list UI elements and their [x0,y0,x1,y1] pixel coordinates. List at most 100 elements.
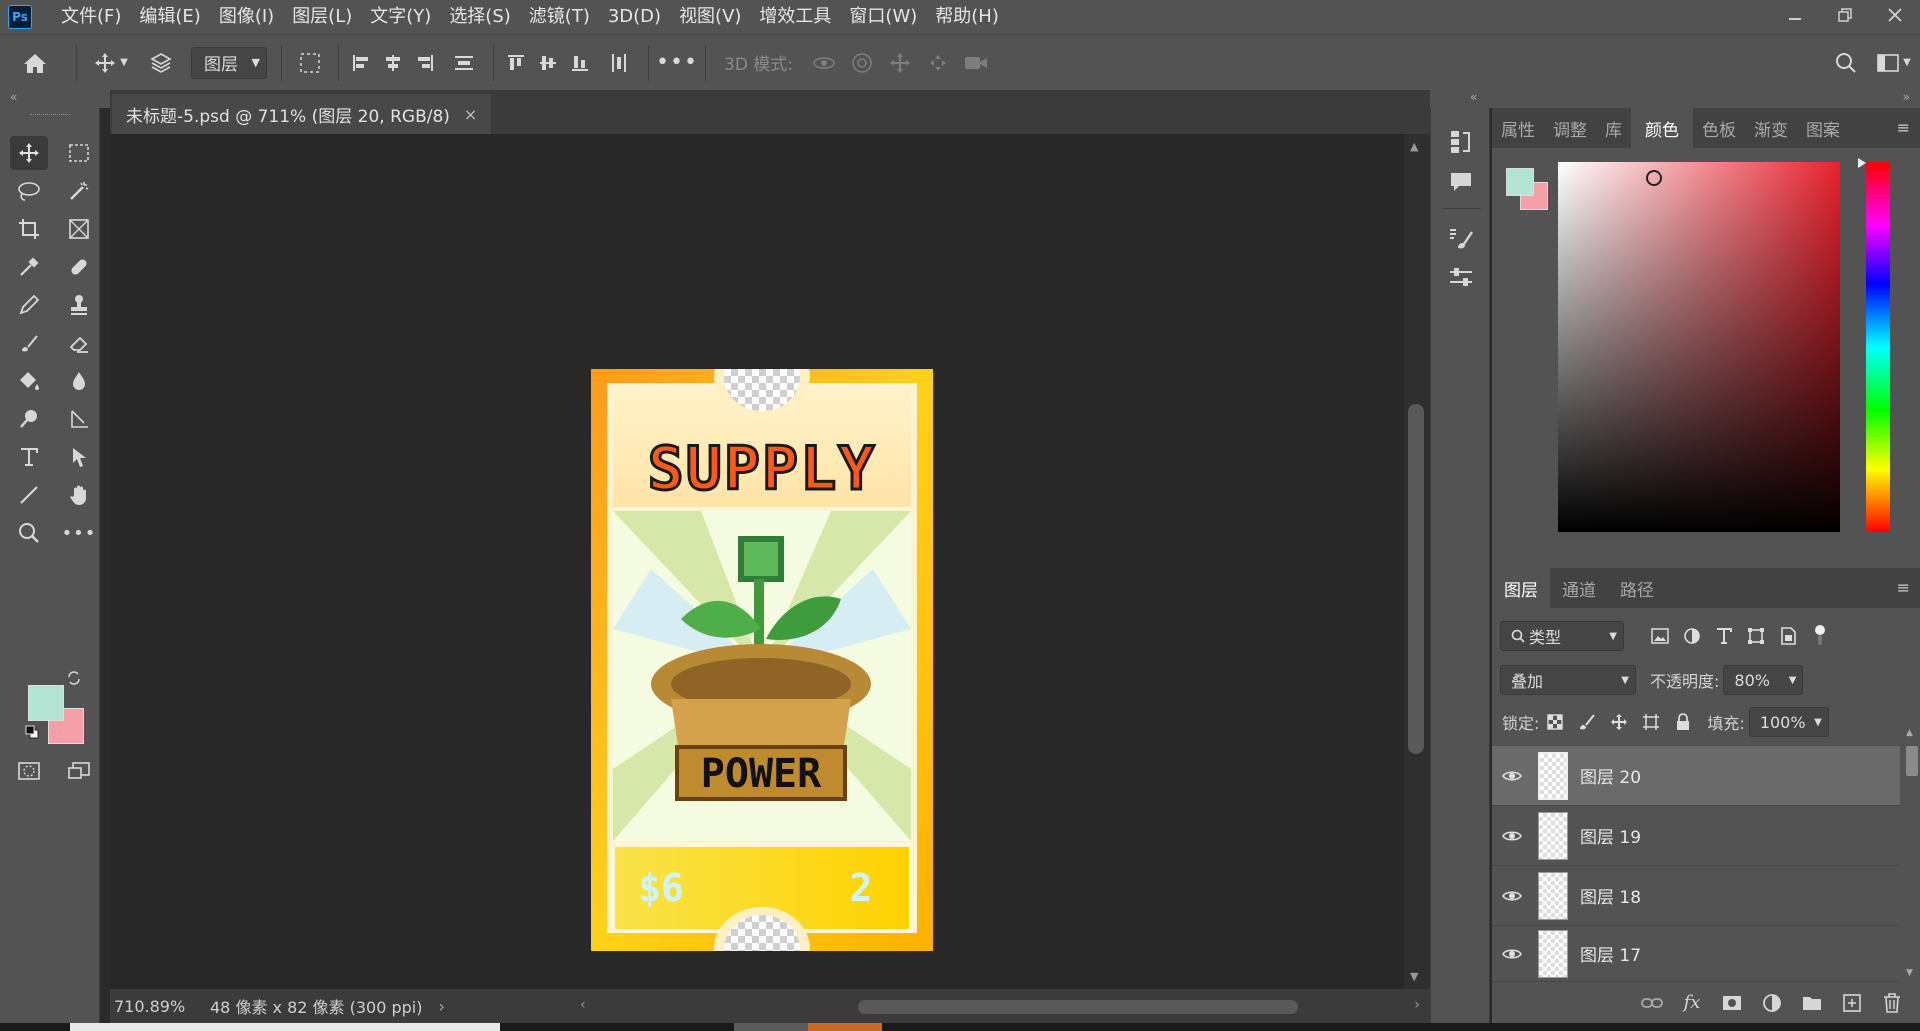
scrollbar-thumb[interactable] [1408,404,1424,754]
scrollbar-thumb[interactable] [858,1000,1298,1014]
comments-panel-button[interactable] [1443,164,1479,200]
direct-selection-tool[interactable] [60,440,98,474]
show-transform-controls-button[interactable] [288,35,332,91]
layer-row[interactable]: 图层 20 [1492,746,1900,806]
move-tool[interactable] [10,136,48,170]
visibility-toggle[interactable] [1492,889,1532,903]
visibility-toggle[interactable] [1492,829,1532,843]
scroll-down-arrow-icon[interactable]: ▼ [1410,970,1418,983]
tools-collapse-toggle[interactable]: « [0,90,110,108]
layer-row[interactable]: 图层 18 [1492,866,1900,926]
menu-filter[interactable]: 滤镜(T) [520,0,599,34]
document-tab[interactable]: 未标题-5.psd @ 711% (图层 20, RGB/8) × [112,94,492,134]
tab-layers[interactable]: 图层 [1492,568,1550,608]
panel-menu-icon[interactable]: ≡ [1897,118,1910,137]
menu-window[interactable]: 窗口(W) [840,0,926,34]
distribute-horizontal-button[interactable] [596,35,642,91]
blend-mode-dropdown[interactable]: 叠加 ▼ [1500,665,1636,695]
status-menu-arrow-icon[interactable]: › [439,997,445,1016]
more-options-button[interactable]: ••• [655,35,699,91]
close-window-button[interactable] [1870,0,1920,30]
layer-kind-filter[interactable]: 类型 ▼ [1500,621,1624,651]
color-picker-ring[interactable] [1646,170,1662,186]
filter-shape-button[interactable] [1740,621,1772,651]
menu-plugins[interactable]: 增效工具 [750,0,840,34]
tab-properties[interactable]: 属性 [1492,108,1544,148]
quick-mask-button[interactable] [10,754,48,788]
marquee-tool[interactable] [60,136,98,170]
filter-toggle-button[interactable] [1804,621,1836,651]
pen-tool[interactable] [60,402,98,436]
auto-select-target-dropdown[interactable]: 图层 ▼ [191,46,267,79]
3d-scale-button[interactable] [957,35,995,91]
panel-grip[interactable] [30,114,70,117]
default-colors-button[interactable] [22,722,42,742]
scroll-up-arrow-icon[interactable]: ▲ [1410,140,1418,153]
screen-mode-button[interactable] [60,754,98,788]
3d-pan-button[interactable] [881,35,919,91]
eraser-tool[interactable] [60,326,98,360]
panel-menu-icon[interactable]: ≡ [1897,578,1910,597]
line-tool[interactable] [10,478,48,512]
tab-color[interactable]: 颜色 [1631,108,1693,148]
collapse-right-icon[interactable]: » [1903,90,1910,104]
visibility-toggle[interactable] [1492,947,1532,961]
frame-tool[interactable] [60,212,98,246]
history-brush-tool[interactable] [10,326,48,360]
layer-name[interactable]: 图层 17 [1580,941,1641,966]
layers-scrollbar[interactable]: ▲ ▼ [1904,728,1918,978]
paint-bucket-tool[interactable] [10,364,48,398]
align-center-horizontal-button[interactable] [377,35,409,91]
tab-libraries[interactable]: 库 [1596,108,1631,148]
menu-3d[interactable]: 3D(D) [599,0,670,34]
tab-gradients[interactable]: 渐变 [1745,108,1797,148]
zoom-tool[interactable] [10,516,48,550]
filter-smart-object-button[interactable] [1772,621,1804,651]
foreground-color-swatch[interactable] [28,685,64,721]
menu-edit[interactable]: 编辑(E) [130,0,209,34]
add-mask-button[interactable] [1712,987,1752,1019]
layer-row[interactable]: 图层 19 [1492,806,1900,866]
3d-orbit-button[interactable] [805,35,843,91]
auto-select-button[interactable] [139,35,183,91]
brush-tool[interactable] [10,288,48,322]
align-right-button[interactable] [409,35,441,91]
menu-type[interactable]: 文字(Y) [361,0,440,34]
filter-adjustment-button[interactable] [1676,621,1708,651]
hue-slider[interactable] [1866,162,1890,532]
menu-view[interactable]: 视图(V) [670,0,750,34]
close-tab-button[interactable]: × [464,105,477,124]
tab-swatches[interactable]: 色板 [1693,108,1745,148]
tab-paths[interactable]: 路径 [1608,568,1666,608]
brush-settings-panel-button[interactable] [1443,220,1479,256]
fill-input[interactable]: 100% ▼ [1748,707,1829,737]
lock-all-button[interactable] [1667,707,1699,737]
home-button[interactable] [0,35,70,91]
tab-adjustments[interactable]: 调整 [1544,108,1596,148]
minimize-button[interactable] [1770,0,1820,30]
clone-stamp-tool[interactable] [60,288,98,322]
align-top-button[interactable] [500,35,532,91]
scroll-left-arrow-icon[interactable]: ‹ [580,997,586,1013]
scroll-right-arrow-icon[interactable]: › [1414,997,1420,1013]
layer-name[interactable]: 图层 19 [1580,823,1641,848]
lock-artboard-button[interactable] [1635,707,1667,737]
blur-tool[interactable] [60,364,98,398]
collapse-left-icon[interactable]: « [1470,90,1477,104]
menu-layer[interactable]: 图层(L) [283,0,361,34]
adjustments-panel-button[interactable] [1443,260,1479,296]
edit-toolbar-button[interactable]: ••• [60,516,98,550]
lock-transparent-pixels-button[interactable] [1539,707,1571,737]
filter-type-button[interactable] [1708,621,1740,651]
swap-colors-button[interactable] [64,668,84,688]
type-tool[interactable] [10,440,48,474]
menu-help[interactable]: 帮助(H) [926,0,1008,34]
menu-image[interactable]: 图像(I) [210,0,283,34]
align-left-button[interactable] [345,35,377,91]
eyedropper-tool[interactable] [10,250,48,284]
layer-name[interactable]: 图层 20 [1580,763,1641,788]
scroll-down-arrow-icon[interactable]: ▼ [1906,968,1913,978]
color-saturation-field[interactable] [1558,162,1840,532]
link-layers-button[interactable] [1632,987,1672,1019]
canvas-area[interactable]: SUPPLY POWER $6 2 [110,134,1404,989]
